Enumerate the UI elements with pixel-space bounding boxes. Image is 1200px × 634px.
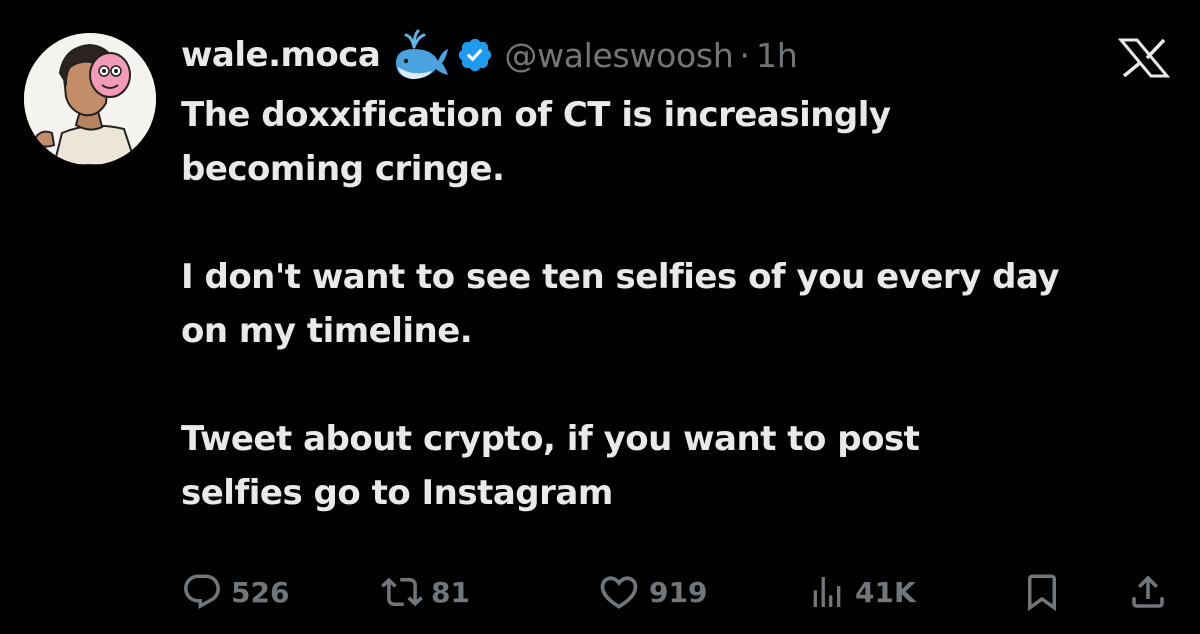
reply-count: 526 (231, 575, 290, 609)
bookmark-button[interactable] (1021, 566, 1063, 618)
heart-icon (600, 576, 638, 609)
display-name[interactable]: wale.moca (181, 35, 381, 75)
like-count: 919 (649, 575, 708, 609)
tweet-text: The doxxification of CT is increasingly … (181, 88, 1181, 520)
repost-count: 81 (431, 575, 470, 609)
author-handle[interactable]: @waleswoosh (504, 36, 733, 75)
tweet-text-line: The doxxification of CT is increasingly (181, 95, 891, 135)
bookmark-icon (1028, 574, 1056, 612)
whale-icon (392, 29, 450, 81)
repost-icon (381, 577, 423, 607)
repost-button[interactable]: 81 (381, 566, 470, 618)
views-icon (813, 577, 841, 607)
separator-dot: · (739, 35, 750, 75)
tweet-text-line: on my timeline. (181, 311, 473, 351)
share-icon (1132, 575, 1164, 608)
like-button[interactable]: 919 (597, 566, 707, 618)
reply-icon (184, 574, 220, 609)
action-bar: 526 81 919 41K (181, 566, 1171, 618)
views-button[interactable]: 41K (807, 566, 916, 618)
tweet-text-line: selfies go to Instagram (181, 473, 613, 513)
tweet-text-line: Tweet about crypto, if you want to post (181, 419, 920, 459)
timestamp[interactable]: 1h (756, 36, 798, 75)
verified-icon (456, 36, 494, 74)
tweet-text-line: becoming cringe. (181, 149, 505, 189)
views-count: 41K (855, 575, 916, 609)
x-logo-icon (1117, 38, 1171, 78)
tweet-text-line: I don't want to see ten selfies of you e… (181, 257, 1060, 297)
tweet-card: wale.moca @waleswoosh · 1h The doxxifica… (0, 0, 1200, 634)
avatar[interactable] (24, 33, 156, 165)
share-button[interactable] (1127, 566, 1169, 618)
reply-button[interactable]: 526 (181, 566, 289, 618)
tweet-header: wale.moca @waleswoosh · 1h (181, 26, 798, 84)
